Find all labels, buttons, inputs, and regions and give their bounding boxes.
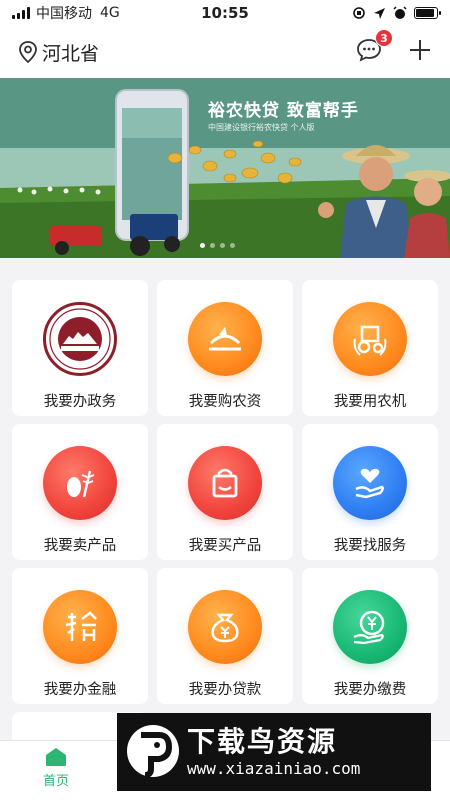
service-label: 我要办政务 bbox=[43, 394, 117, 410]
wheat-icon bbox=[43, 446, 117, 520]
carrier-name: 中国移动 bbox=[36, 6, 92, 22]
watermark-title: 下载鸟资源 bbox=[187, 725, 338, 758]
service-tile-farm-machinery[interactable]: 我要用农机 bbox=[302, 280, 438, 416]
app-header: 河北省 3 bbox=[0, 26, 450, 78]
bird-logo-icon bbox=[127, 725, 179, 778]
service-label: 我要办金融 bbox=[43, 682, 117, 698]
network-type: 4G bbox=[100, 5, 120, 21]
banner-title: 裕农快贷 致富帮手 bbox=[208, 101, 359, 121]
service-label: 我要找服务 bbox=[333, 538, 407, 554]
government-seal-icon bbox=[43, 302, 117, 376]
watermark-url: www.xiazainiao.com bbox=[187, 759, 361, 778]
service-label: 我要买产品 bbox=[188, 538, 262, 554]
yu-finance-icon bbox=[43, 590, 117, 664]
plus-icon bbox=[410, 40, 430, 60]
carousel-dot[interactable] bbox=[230, 243, 235, 248]
orientation-lock-icon bbox=[353, 7, 365, 19]
alarm-icon bbox=[393, 6, 407, 19]
location-arrow-icon bbox=[374, 7, 385, 19]
heart-hand-icon bbox=[333, 446, 407, 520]
carousel-dot[interactable] bbox=[220, 243, 225, 248]
watermark-overlay: 下载鸟资源 www.xiazainiao.com bbox=[117, 713, 431, 791]
message-count-badge: 3 bbox=[375, 29, 393, 47]
promo-banner[interactable]: 裕农快贷 致富帮手 中国建设银行裕农快贷 个人版 bbox=[0, 78, 450, 258]
messages-button[interactable]: 3 bbox=[356, 29, 393, 66]
service-tile-loan[interactable]: 我要办贷款 bbox=[157, 568, 293, 704]
money-bag-icon bbox=[188, 590, 262, 664]
carousel-dot[interactable] bbox=[210, 243, 215, 248]
battery-icon bbox=[414, 7, 441, 19]
location-pin-icon bbox=[19, 41, 37, 64]
yuan-payment-icon bbox=[333, 590, 407, 664]
home-icon bbox=[46, 748, 66, 766]
service-tile-finance[interactable]: 我要办金融 bbox=[12, 568, 148, 704]
location-label: 河北省 bbox=[42, 42, 100, 65]
nav-home-tab[interactable]: 首页 bbox=[30, 747, 82, 789]
service-tile-buy-products[interactable]: 我要买产品 bbox=[157, 424, 293, 560]
location-selector[interactable]: 河北省 bbox=[18, 39, 99, 66]
service-label: 我要卖产品 bbox=[43, 538, 117, 554]
carousel-dot[interactable] bbox=[200, 243, 205, 248]
service-tile-government[interactable]: 我要办政务 bbox=[12, 280, 148, 416]
service-tile-sell-products[interactable]: 我要卖产品 bbox=[12, 424, 148, 560]
service-label: 我要办缴费 bbox=[333, 682, 407, 698]
add-button[interactable] bbox=[408, 38, 432, 66]
status-bar: 中国移动 4G 10:55 bbox=[0, 0, 450, 26]
service-tile-payment[interactable]: 我要办缴费 bbox=[302, 568, 438, 704]
service-label: 我要购农资 bbox=[188, 394, 262, 410]
service-grid: 我要办政务 我要购农资 我要用农机 我要卖产品 我要买产品 我要找服务 我要办金… bbox=[12, 280, 438, 704]
service-label: 我要用农机 bbox=[333, 394, 407, 410]
service-tile-find-service[interactable]: 我要找服务 bbox=[302, 424, 438, 560]
signal-strength-icon bbox=[12, 7, 30, 19]
farm-supplies-icon bbox=[188, 302, 262, 376]
farm-machinery-icon bbox=[333, 302, 407, 376]
service-tile-farm-supplies[interactable]: 我要购农资 bbox=[157, 280, 293, 416]
carousel-indicator bbox=[200, 243, 235, 248]
shopping-bag-icon bbox=[188, 446, 262, 520]
banner-subtitle: 中国建设银行裕农快贷 个人版 bbox=[208, 123, 315, 132]
nav-home-label: 首页 bbox=[42, 774, 69, 789]
service-label: 我要办贷款 bbox=[188, 682, 262, 698]
